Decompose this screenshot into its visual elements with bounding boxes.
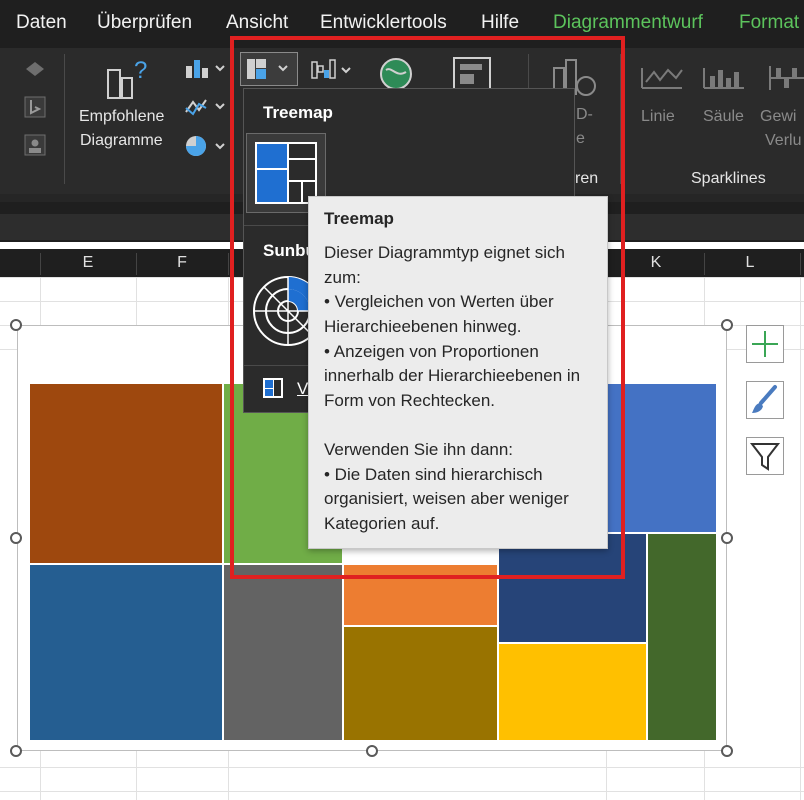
sparkline-winloss-label-2[interactable]: Verlu — [765, 132, 801, 150]
sparklines-group-label: Sparklines — [691, 170, 766, 187]
brush-icon — [752, 385, 777, 413]
sparkline-column-label[interactable]: Säule — [703, 108, 744, 126]
treemap-tile-olive[interactable] — [343, 626, 498, 741]
pie-chart-icon[interactable] — [184, 134, 228, 158]
chart-styles-button[interactable] — [746, 381, 784, 419]
sparkline-winloss-icon[interactable] — [768, 62, 804, 92]
resize-handle-br[interactable] — [721, 745, 733, 757]
treemap-tile-gray[interactable] — [223, 564, 343, 741]
menu-daten[interactable]: Daten — [16, 12, 67, 34]
recommended-charts-icon[interactable]: ? — [106, 56, 152, 100]
sparkline-winloss-label-1[interactable]: Gewi — [760, 108, 796, 126]
menu-entwicklertools[interactable]: Entwicklertools — [320, 12, 447, 34]
chart-elements-button[interactable] — [746, 325, 784, 363]
recommended-charts-label-1[interactable]: Empfohlene — [79, 108, 164, 126]
treemap-tile-brown[interactable] — [29, 383, 223, 564]
menu-ueberpruefen[interactable]: Überprüfen — [97, 12, 192, 34]
menu-diagrammentwurf[interactable]: Diagrammentwurf — [553, 12, 703, 34]
column-k[interactable]: K — [646, 254, 666, 272]
add-element-icon — [752, 331, 778, 357]
shapes-icon[interactable] — [24, 60, 46, 78]
chart-filters-button[interactable] — [746, 437, 784, 475]
sparkline-line-label[interactable]: Linie — [641, 108, 675, 126]
column-e[interactable]: E — [78, 254, 98, 272]
people-icon[interactable] — [24, 134, 46, 156]
filter-icon — [749, 443, 781, 471]
treemap-tile-darkblue[interactable] — [29, 564, 223, 741]
line-chart-icon[interactable] — [184, 96, 228, 118]
resize-handle-ml[interactable] — [10, 532, 22, 544]
menu-ansicht[interactable]: Ansicht — [226, 12, 288, 34]
menu-format[interactable]: Format — [739, 12, 799, 34]
resize-handle-tr[interactable] — [721, 319, 733, 331]
treemap-tile-darkgreen[interactable] — [647, 533, 717, 741]
highlight-box — [230, 36, 625, 579]
menu-hilfe[interactable]: Hilfe — [481, 12, 519, 34]
column-l[interactable]: L — [740, 254, 760, 272]
treemap-tile-yellow[interactable] — [498, 643, 647, 741]
bar-chart-icon[interactable] — [184, 58, 228, 80]
column-f[interactable]: F — [172, 254, 192, 272]
resize-handle-bm[interactable] — [366, 745, 378, 757]
recommended-charts-label-2[interactable]: Diagramme — [80, 132, 163, 150]
resize-handle-tl[interactable] — [10, 319, 22, 331]
resize-handle-mr[interactable] — [721, 532, 733, 544]
sparkline-column-icon[interactable] — [702, 62, 746, 92]
resize-handle-bl[interactable] — [10, 745, 22, 757]
bing-icon[interactable] — [24, 96, 46, 118]
sparkline-line-icon[interactable] — [640, 62, 684, 92]
svg-text:?: ? — [134, 57, 147, 84]
